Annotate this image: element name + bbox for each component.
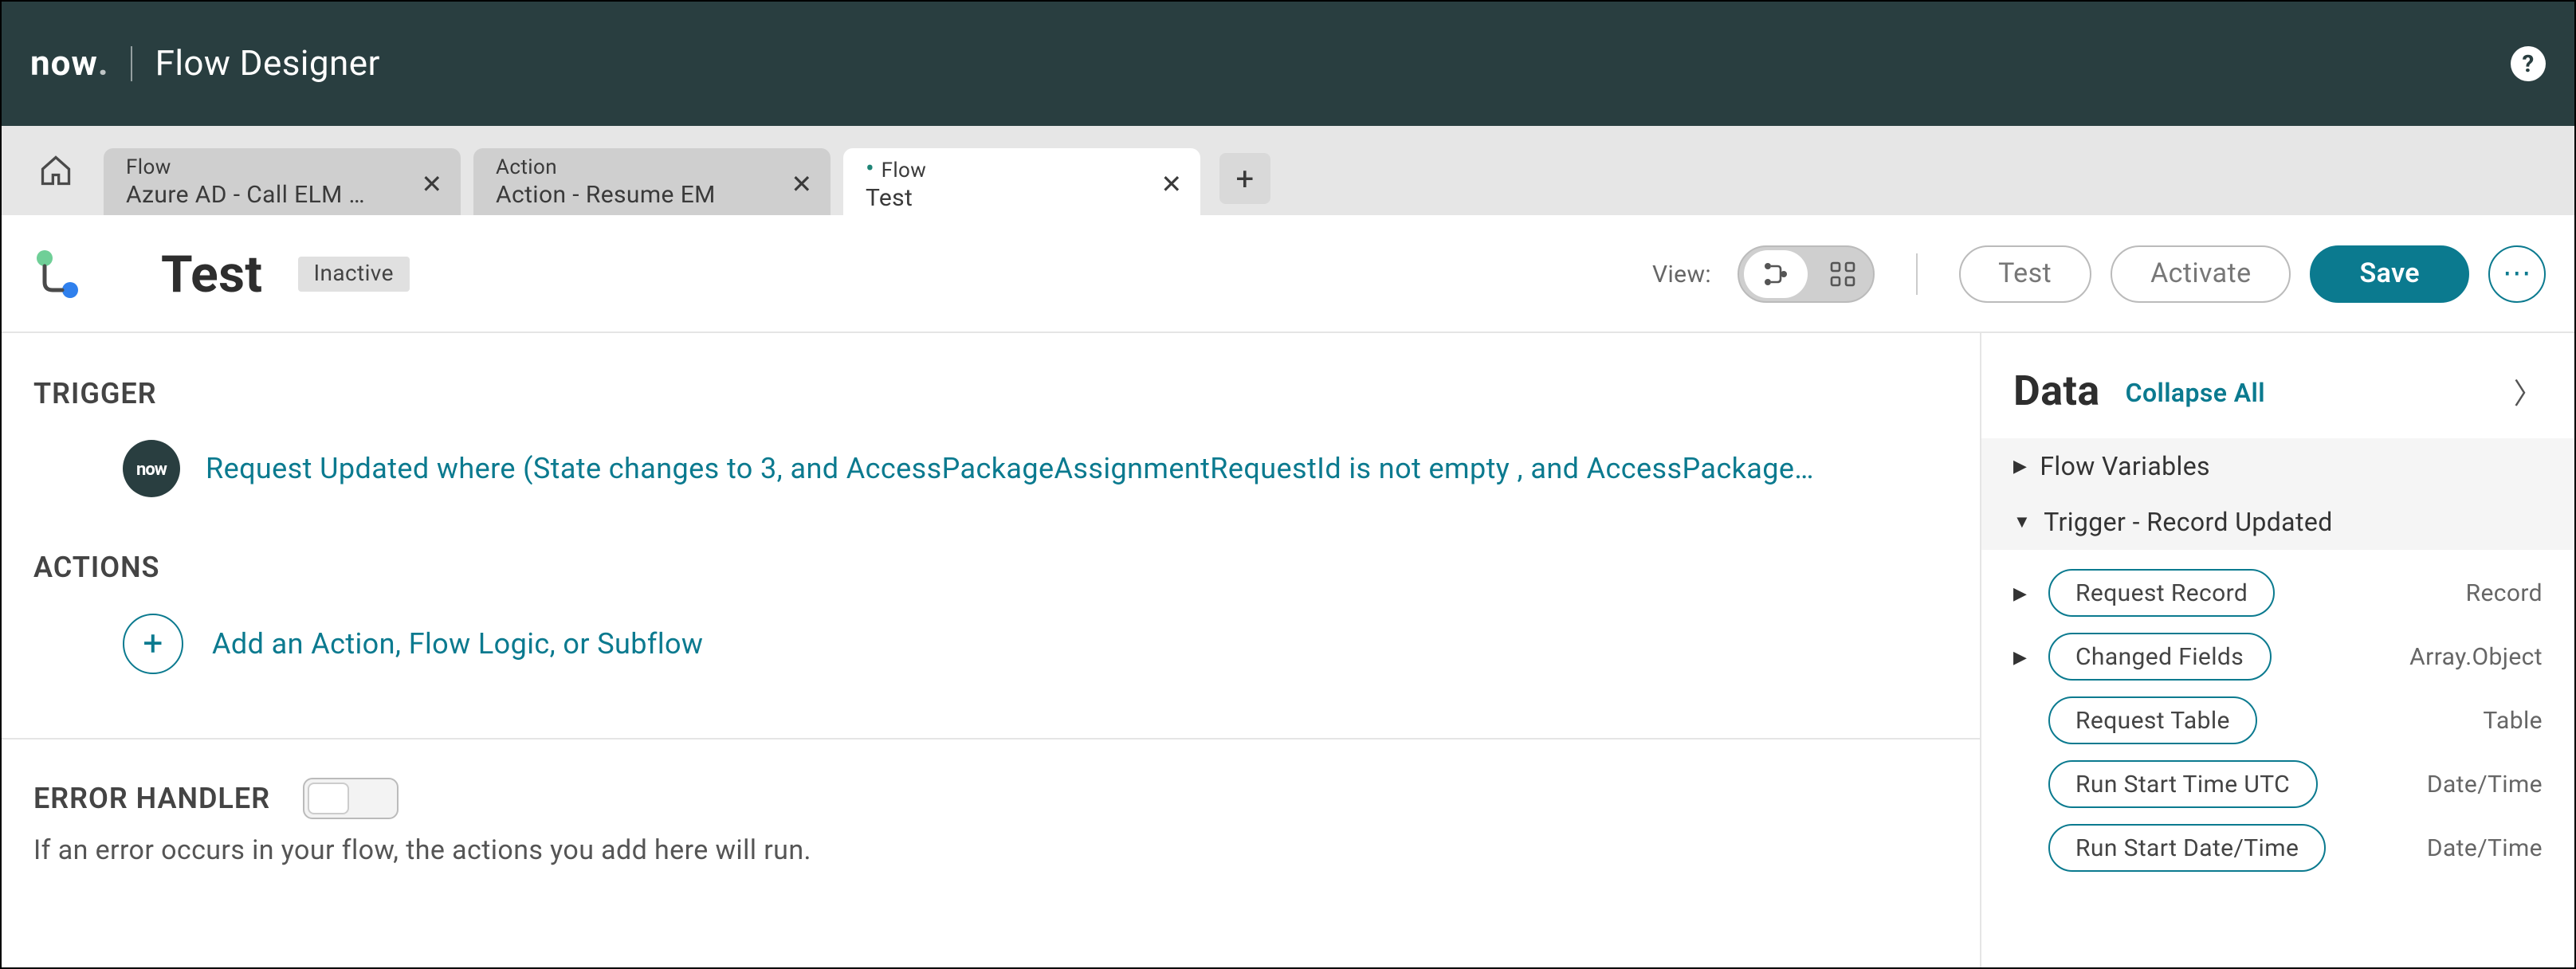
trigger-source-icon: now — [123, 440, 180, 497]
data-type-label: Array.Object — [2409, 642, 2543, 671]
data-type-label: Date/Time — [2427, 770, 2543, 798]
collapse-all-link[interactable]: Collapse All — [2126, 377, 2265, 407]
toolbar-divider — [1915, 253, 1917, 294]
data-pill-row: Request Table Table — [2013, 696, 2543, 744]
data-type-label: Date/Time — [2427, 834, 2543, 862]
data-pill-row: ▶ Request Record Record — [2013, 569, 2543, 617]
flow-toolbar: Test Inactive View: Test Activate Save ⋯ — [2, 215, 2574, 333]
data-section-label: Trigger - Record Updated — [2044, 507, 2333, 537]
more-actions-button[interactable]: ⋯ — [2488, 245, 2546, 302]
tab-title: Azure AD - Call ELM … — [126, 182, 416, 210]
data-section-label: Flow Variables — [2040, 451, 2210, 481]
data-pill-row: ▶ Changed Fields Array.Object — [2013, 633, 2543, 681]
error-handler-toggle[interactable] — [302, 778, 398, 819]
vendor-logo: now. — [30, 44, 109, 84]
caret-right-icon[interactable]: ▶ — [2013, 583, 2032, 603]
trigger-row[interactable]: now Request Updated where (State changes… — [33, 440, 1948, 497]
home-icon — [38, 153, 73, 188]
home-button[interactable] — [21, 139, 91, 202]
save-button[interactable]: Save — [2311, 245, 2470, 302]
data-pill-row: Run Start Time UTC Date/Time — [2013, 760, 2543, 808]
diagram-view-icon[interactable] — [1812, 259, 1872, 288]
flow-canvas: TRIGGER now Request Updated where (State… — [2, 333, 1981, 967]
close-icon[interactable]: ✕ — [416, 167, 448, 199]
tab-type: Flow — [126, 158, 416, 182]
tab-title: Action - Resume EM — [496, 182, 786, 210]
test-button[interactable]: Test — [1958, 245, 2091, 302]
tab-test-flow[interactable]: Flow Test ✕ — [843, 148, 1200, 215]
tab-resume-action[interactable]: Action Action - Resume EM ✕ — [473, 148, 831, 215]
tree-view-icon[interactable] — [1743, 249, 1807, 297]
data-panel: Data Collapse All 〉 ▶ Flow Variables ▼ T… — [1981, 333, 2574, 967]
data-pill-request-table[interactable]: Request Table — [2048, 696, 2257, 744]
data-type-label: Record — [2466, 579, 2543, 607]
error-handler-header: ERROR HANDLER — [33, 782, 270, 815]
section-divider — [2, 738, 1980, 740]
data-pill-run-start-utc[interactable]: Run Start Time UTC — [2048, 760, 2317, 808]
data-type-label: Table — [2483, 706, 2543, 735]
close-icon[interactable]: ✕ — [786, 167, 818, 199]
view-label: View: — [1652, 259, 1711, 288]
tab-type: Flow — [866, 155, 1156, 185]
add-tab-button[interactable]: + — [1219, 153, 1270, 204]
caret-right-icon[interactable]: ▶ — [2013, 646, 2032, 667]
activate-button[interactable]: Activate — [2111, 245, 2291, 302]
add-action-button[interactable]: + Add an Action, Flow Logic, or Subflow — [33, 614, 1948, 674]
caret-down-icon: ▼ — [2013, 512, 2031, 532]
tab-azure-flow[interactable]: Flow Azure AD - Call ELM … ✕ — [104, 148, 461, 215]
logo-divider — [132, 46, 133, 81]
page-title: Test — [161, 243, 262, 304]
actions-section-header: ACTIONS — [33, 551, 1948, 585]
data-pill-changed-fields[interactable]: Changed Fields — [2048, 633, 2271, 681]
tab-type: Action — [496, 158, 786, 182]
toggle-knob — [307, 783, 348, 814]
tab-strip: Flow Azure AD - Call ELM … ✕ Action Acti… — [2, 126, 2574, 215]
chevron-right-icon[interactable]: 〉 — [2514, 371, 2543, 413]
caret-right-icon: ▶ — [2013, 456, 2027, 477]
help-icon[interactable]: ? — [2511, 46, 2546, 81]
data-section-flow-variables[interactable]: ▶ Flow Variables — [1981, 438, 2574, 494]
trigger-summary: Request Updated where (State changes to … — [206, 452, 1832, 485]
tab-title: Test — [866, 185, 1156, 213]
data-section-trigger[interactable]: ▼ Trigger - Record Updated — [1981, 494, 2574, 550]
add-action-label: Add an Action, Flow Logic, or Subflow — [212, 627, 703, 661]
plus-icon: + — [123, 614, 183, 674]
flow-type-icon — [30, 246, 84, 300]
view-mode-toggle[interactable] — [1737, 245, 1874, 302]
error-handler-description: If an error occurs in your flow, the act… — [33, 835, 1948, 867]
product-title: Flow Designer — [155, 44, 380, 84]
data-pill-request-record[interactable]: Request Record — [2048, 569, 2275, 617]
data-panel-title: Data — [2013, 368, 2100, 416]
status-badge: Inactive — [297, 256, 409, 291]
close-icon[interactable]: ✕ — [1156, 167, 1188, 199]
trigger-section-header: TRIGGER — [33, 378, 1948, 411]
data-pill-row: Run Start Date/Time Date/Time — [2013, 824, 2543, 872]
top-bar: now. Flow Designer ? — [2, 2, 2574, 126]
data-pill-run-start-local[interactable]: Run Start Date/Time — [2048, 824, 2326, 872]
